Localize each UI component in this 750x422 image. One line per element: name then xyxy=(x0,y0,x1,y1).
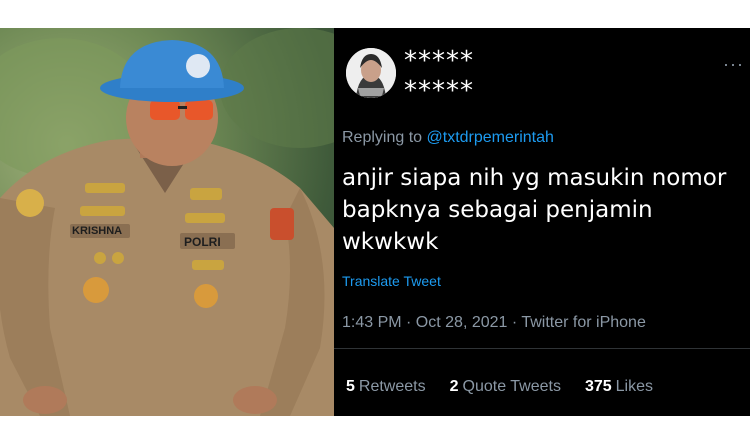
divider xyxy=(334,348,750,349)
likes-stat[interactable]: 375 Likes xyxy=(585,378,653,396)
tweet-timestamp[interactable]: 1:43 PM · Oct 28, 2021 · Twitter for iPh… xyxy=(342,314,646,332)
quote-tweets-label: Quote Tweets xyxy=(462,378,561,395)
replying-handle-link[interactable]: @txtdrpemerintah xyxy=(427,129,554,146)
retweets-count: 5 xyxy=(346,378,355,395)
officer-photo: KRISHNA POLRI xyxy=(0,28,334,416)
tweet-stats: 5 Retweets 2 Quote Tweets 375 Likes xyxy=(346,378,653,396)
display-name-line1: ***** xyxy=(404,46,474,76)
officer-illustration xyxy=(0,28,334,416)
polri-tag: POLRI xyxy=(184,235,221,249)
quote-tweets-stat[interactable]: 2 Quote Tweets xyxy=(450,378,561,396)
replying-prefix: Replying to xyxy=(342,129,423,146)
likes-count: 375 xyxy=(584,378,612,395)
display-name[interactable]: ***** ***** xyxy=(404,46,474,106)
more-icon[interactable]: ··· xyxy=(723,54,744,75)
translate-tweet-link[interactable]: Translate Tweet xyxy=(342,273,441,289)
name-tag: KRISHNA xyxy=(72,225,123,237)
replying-to: Replying to @txtdrpemerintah xyxy=(342,129,554,147)
tweet-card: ***** ***** ··· Replying to @txtdrpemeri… xyxy=(334,28,750,416)
quote-tweets-count: 2 xyxy=(449,378,459,395)
display-name-line2: ***** xyxy=(404,76,474,106)
retweets-stat[interactable]: 5 Retweets xyxy=(346,378,426,396)
avatar[interactable] xyxy=(346,48,396,98)
likes-label: Likes xyxy=(615,378,654,395)
retweets-label: Retweets xyxy=(358,378,426,395)
avatar-image xyxy=(346,48,396,98)
tweet-text: anjir siapa nih yg masukin nomor bapknya… xyxy=(342,165,727,255)
